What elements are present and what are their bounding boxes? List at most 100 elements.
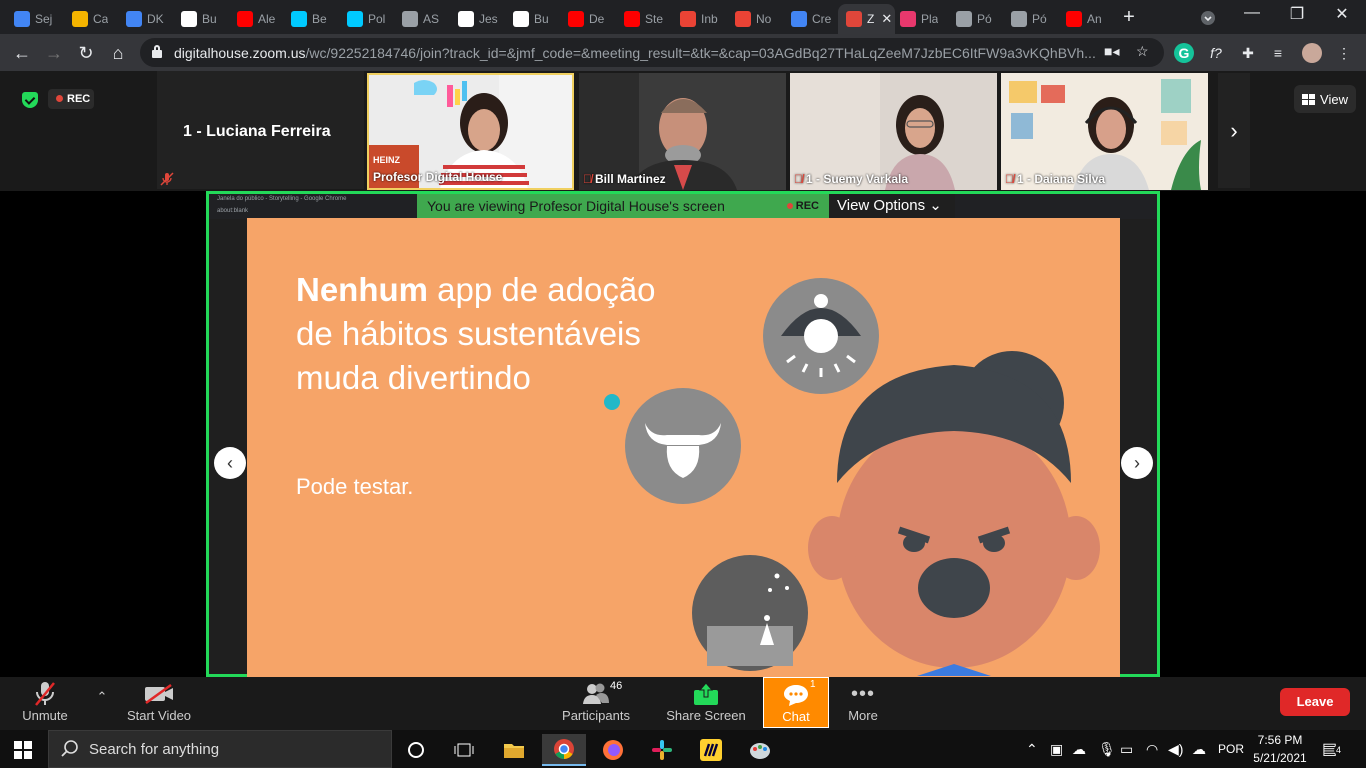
browser-tab[interactable]: Sej — [6, 4, 63, 34]
home-icon[interactable]: ⌂ — [105, 40, 131, 66]
meet-now-icon[interactable]: ▣ — [1050, 741, 1063, 758]
windows-start-icon[interactable] — [14, 741, 32, 759]
encryption-shield-icon[interactable] — [22, 92, 38, 108]
close-tab-icon[interactable]: ✕ — [881, 11, 892, 27]
shared-screen: Janela do público - Storytelling - Googl… — [206, 191, 1160, 680]
tab-title: Pó — [977, 12, 992, 26]
lock-icon — [152, 45, 162, 58]
formula-extension-icon[interactable]: f? — [1206, 43, 1226, 63]
video-tile-suemy[interactable]: 🎙̸ 1 - Suemy Varkala — [790, 73, 997, 190]
browser-tab[interactable]: Bu — [505, 4, 562, 34]
notification-center-icon[interactable]: ▤ 4 — [1322, 739, 1346, 759]
browser-tab[interactable]: Ale — [229, 4, 286, 34]
paint-icon[interactable] — [738, 734, 782, 766]
participants-button[interactable]: 46 Participants — [560, 680, 632, 728]
browser-tab[interactable]: Jes — [450, 4, 507, 34]
video-tile-daiana[interactable]: 🎙̸ 1 - Daiana Silva — [1001, 73, 1208, 190]
share-screen-button[interactable]: Share Screen — [666, 680, 746, 728]
globe-icon — [956, 11, 972, 27]
task-view-icon[interactable] — [442, 734, 486, 766]
reload-icon[interactable]: ↻ — [73, 40, 99, 66]
next-slide-icon[interactable]: › — [1121, 447, 1153, 479]
browser-tab[interactable]: AS — [394, 4, 451, 34]
show-hidden-icons-icon[interactable]: ⌃ — [1026, 741, 1038, 758]
browser-tab[interactable]: Pó — [1003, 4, 1060, 34]
tab-title: AS — [423, 12, 440, 26]
taskbar-clock[interactable]: 7:56 PM 5/21/2021 — [1250, 731, 1310, 767]
miro-icon[interactable] — [689, 734, 733, 766]
slack-icon[interactable] — [640, 734, 684, 766]
back-icon[interactable]: ← — [9, 40, 35, 66]
firefox-icon[interactable] — [591, 734, 635, 766]
onedrive-icon[interactable]: ☁ — [1072, 741, 1086, 758]
taskbar-search-box[interactable]: Search for anything — [48, 730, 392, 768]
tab-title: Pla — [921, 12, 939, 26]
bull-illustration-icon — [625, 388, 741, 504]
previous-slide-icon[interactable]: ‹ — [214, 447, 246, 479]
amazon-icon — [181, 11, 197, 27]
cloud-upload-icon[interactable]: ☁ — [1192, 741, 1206, 758]
chat-badge: 1 — [810, 679, 816, 690]
microphone-icon[interactable]: 🎙 — [1098, 741, 1116, 758]
docs-icon — [126, 11, 142, 27]
media-control-icon[interactable]: ≡ — [1268, 43, 1288, 63]
tab-title: Bu — [534, 12, 549, 26]
shared-window-title: Janela do público - Storytelling - Googl… — [217, 196, 347, 202]
record-dot-icon — [786, 203, 793, 209]
video-off-icon — [145, 684, 173, 704]
cortana-icon[interactable] — [394, 734, 438, 766]
browser-tab[interactable]: Be — [283, 4, 340, 34]
chat-button[interactable]: 1 Chat — [763, 677, 829, 728]
chrome-taskbar-icon[interactable] — [542, 734, 586, 766]
minimize-icon[interactable]: — — [1232, 4, 1272, 22]
browser-tab[interactable]: No — [727, 4, 784, 34]
participant-name: Profesor Digital House — [373, 170, 503, 184]
browser-tab[interactable]: Bu — [173, 4, 230, 34]
extensions-icon[interactable]: ✚ — [1238, 43, 1258, 63]
volume-icon[interactable]: ◀) — [1168, 741, 1183, 758]
browser-tab[interactable]: Pla — [892, 4, 949, 34]
video-tile-bill[interactable]: 🎙̸ Bill Martinez — [579, 73, 786, 190]
input-language[interactable]: POR — [1218, 742, 1244, 756]
unmute-button[interactable]: Unmute — [18, 680, 72, 728]
grammarly-icon[interactable]: G — [1174, 43, 1194, 63]
browser-tab[interactable]: Pol — [339, 4, 396, 34]
browser-tab[interactable]: De — [560, 4, 617, 34]
notification-count: 4 — [1334, 745, 1344, 755]
forward-icon[interactable]: → — [41, 40, 67, 66]
browser-tab[interactable]: Z ✕ — [838, 4, 895, 34]
profile-avatar[interactable] — [1302, 43, 1322, 63]
grid-view-icon — [1302, 93, 1316, 105]
participant-label: 🎙̸ 1 - Suemy Varkala — [794, 172, 908, 186]
browser-tab[interactable]: Pó — [948, 4, 1005, 34]
camera-blocked-icon[interactable]: ■◂ — [1104, 43, 1119, 60]
chrome-menu-icon[interactable]: ⋮ — [1334, 43, 1354, 63]
view-options-dropdown[interactable]: View Options ⌄ — [829, 194, 955, 218]
video-tile-profesor[interactable]: HEINZ Profesor Digital House — [367, 73, 574, 190]
more-button[interactable]: ••• More — [842, 680, 884, 728]
participant-tile-name-only[interactable]: 1 - Luciana Ferreira — [157, 71, 364, 189]
tab-title: De — [589, 12, 605, 26]
browser-tab[interactable]: Inb — [672, 4, 729, 34]
battery-icon[interactable]: ▭ — [1120, 741, 1133, 758]
browser-tab[interactable]: Cre — [783, 4, 840, 34]
next-participants-arrow-icon[interactable]: › — [1218, 73, 1250, 188]
leave-button[interactable]: Leave — [1280, 688, 1350, 716]
tab-search-icon[interactable] — [1190, 4, 1226, 31]
url-text[interactable]: digitalhouse.zoom.us/wc/92252184746/join… — [174, 45, 1104, 61]
moon-night-illustration-icon — [692, 555, 808, 671]
file-explorer-icon[interactable] — [492, 734, 536, 766]
browser-tab[interactable]: Ca — [64, 4, 121, 34]
view-button[interactable]: View — [1294, 85, 1356, 113]
wifi-icon[interactable]: ◠ — [1146, 741, 1158, 758]
chrome-icon — [791, 11, 807, 27]
restore-icon[interactable]: ❐ — [1277, 4, 1317, 24]
new-tab-button[interactable]: + — [1118, 6, 1140, 28]
address-bar[interactable]: digitalhouse.zoom.us/wc/92252184746/join… — [140, 38, 1164, 67]
browser-tab[interactable]: Ste — [616, 4, 673, 34]
browser-tab[interactable]: DK — [118, 4, 175, 34]
close-window-icon[interactable]: ✕ — [1322, 4, 1362, 24]
bookmark-star-icon[interactable]: ☆ — [1136, 43, 1149, 60]
start-video-button[interactable]: Start Video — [124, 680, 194, 728]
browser-tab[interactable]: An — [1058, 4, 1115, 34]
